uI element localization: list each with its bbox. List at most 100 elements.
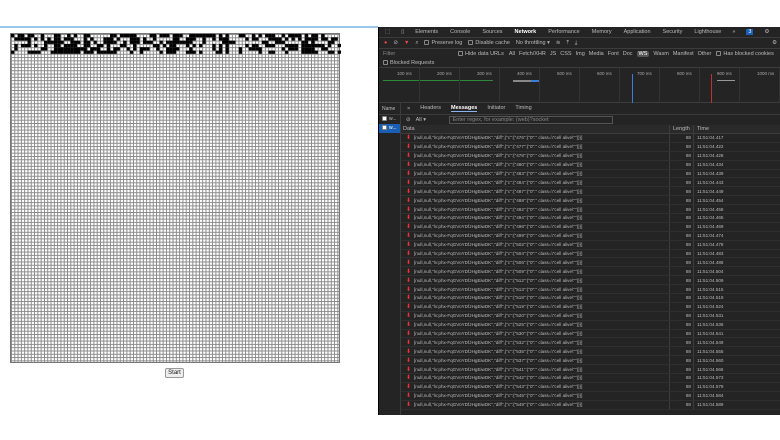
- alive-cell[interactable]: [281, 34, 285, 38]
- alive-cell[interactable]: [90, 47, 94, 51]
- alive-cell[interactable]: [218, 37, 223, 41]
- alive-cell[interactable]: [301, 43, 305, 48]
- alive-cell[interactable]: [251, 47, 256, 51]
- alive-cell[interactable]: [37, 50, 41, 54]
- alive-cell[interactable]: [106, 40, 110, 44]
- alive-cell[interactable]: [251, 37, 256, 41]
- alive-cell[interactable]: [14, 43, 18, 48]
- alive-cell[interactable]: [321, 34, 325, 38]
- message-row[interactable]: ⬇ [null,null,"lv:phx-FqGVoYDfJHgEiwDK","d…: [401, 391, 780, 401]
- alive-cell[interactable]: [129, 50, 134, 54]
- tab-network[interactable]: Network: [515, 29, 537, 35]
- alive-cell[interactable]: [271, 43, 275, 48]
- filter-type-wasm[interactable]: Wasm: [653, 51, 668, 57]
- alive-cell[interactable]: [53, 43, 58, 48]
- alive-cell[interactable]: [205, 34, 209, 38]
- alive-cell[interactable]: [113, 47, 117, 51]
- timeline-overview[interactable]: 100 ms 200 ms 300 ms 400 ms 500 ms 600 ms 700 …: [379, 68, 780, 103]
- alive-cell[interactable]: [20, 37, 25, 41]
- detail-tab-headers[interactable]: Headers: [420, 105, 441, 112]
- alive-cell[interactable]: [67, 37, 71, 41]
- message-row[interactable]: ⬇ [null,null,"lv:phx-FqGVoYDfJHgEiwDK","d…: [401, 329, 780, 339]
- message-row[interactable]: ⬇ [null,null,"lv:phx-FqGVoYDfJHgEiwDK","d…: [401, 214, 780, 223]
- alive-cell[interactable]: [324, 47, 328, 51]
- alive-cell[interactable]: [24, 43, 28, 48]
- alive-cell[interactable]: [308, 50, 312, 54]
- inspect-icon[interactable]: ⬚: [385, 29, 390, 35]
- alive-cell[interactable]: [255, 43, 259, 48]
- alive-cell[interactable]: [34, 50, 38, 54]
- alive-cell[interactable]: [317, 43, 322, 48]
- alive-cell[interactable]: [106, 50, 110, 54]
- detail-tab-timing[interactable]: Timing: [515, 105, 531, 112]
- alive-cell[interactable]: [192, 37, 196, 41]
- alive-cell[interactable]: [70, 43, 74, 48]
- alive-cell[interactable]: [199, 34, 203, 38]
- alive-cell[interactable]: [113, 34, 117, 38]
- alive-cell[interactable]: [156, 47, 160, 51]
- alive-cell[interactable]: [129, 40, 134, 44]
- alive-cell[interactable]: [169, 43, 173, 48]
- tab-memory[interactable]: Memory: [592, 29, 612, 35]
- filter-type-fetchxhr[interactable]: Fetch/XHR: [519, 51, 546, 57]
- message-row[interactable]: ⬇ [null,null,"lv:phx-FqGVoYDfJHgEiwDK","d…: [401, 187, 780, 197]
- alive-cell[interactable]: [225, 43, 229, 48]
- alive-cell[interactable]: [73, 47, 77, 51]
- alive-cell[interactable]: [133, 43, 137, 48]
- alive-cell[interactable]: [189, 37, 193, 41]
- alive-cell[interactable]: [106, 47, 110, 51]
- alive-cell[interactable]: [192, 34, 196, 38]
- alive-cell[interactable]: [77, 40, 81, 44]
- alive-cell[interactable]: [321, 47, 325, 51]
- alive-cell[interactable]: [44, 43, 48, 48]
- alive-cell[interactable]: [100, 50, 104, 54]
- alive-cell[interactable]: [136, 37, 140, 41]
- preserve-log-checkbox[interactable]: Preserve log: [424, 40, 462, 46]
- alive-cell[interactable]: [271, 34, 275, 38]
- alive-cell[interactable]: [218, 43, 223, 48]
- alive-cell[interactable]: [265, 43, 269, 48]
- alive-cell[interactable]: [11, 34, 15, 38]
- filter-type-js[interactable]: JS: [550, 51, 556, 57]
- alive-cell[interactable]: [110, 34, 114, 38]
- alive-cell[interactable]: [212, 47, 216, 51]
- alive-cell[interactable]: [126, 34, 130, 38]
- filter-input[interactable]: Filter: [383, 51, 453, 57]
- alive-cell[interactable]: [304, 47, 308, 51]
- alive-cell[interactable]: [321, 37, 325, 41]
- tab-performance[interactable]: Performance: [548, 29, 580, 35]
- alive-cell[interactable]: [225, 34, 229, 38]
- alive-cell[interactable]: [70, 50, 74, 54]
- export-har-icon[interactable]: ⤓: [575, 40, 577, 47]
- filter-type-font[interactable]: Font: [608, 51, 619, 57]
- alive-cell[interactable]: [27, 40, 31, 44]
- alive-cell[interactable]: [169, 50, 173, 54]
- alive-cell[interactable]: [212, 34, 216, 38]
- alive-cell[interactable]: [337, 50, 341, 54]
- alive-cell[interactable]: [222, 37, 226, 41]
- alive-cell[interactable]: [284, 43, 289, 48]
- alive-cell[interactable]: [225, 50, 229, 54]
- alive-cell[interactable]: [304, 34, 308, 38]
- message-row[interactable]: ⬇ [null,null,"lv:phx-FqGVoYDfJHgEiwDK","d…: [401, 311, 780, 321]
- alive-cell[interactable]: [291, 37, 295, 41]
- alive-cell[interactable]: [331, 37, 335, 41]
- alive-cell[interactable]: [294, 47, 299, 51]
- alive-cell[interactable]: [63, 37, 68, 41]
- throttling-select[interactable]: No throttling ▾: [516, 40, 550, 46]
- alive-cell[interactable]: [189, 47, 193, 51]
- alive-cell[interactable]: [311, 34, 315, 38]
- message-row[interactable]: ⬇ [null,null,"lv:phx-FqGVoYDfJHgEiwDK","d…: [401, 356, 780, 366]
- disable-cache-checkbox[interactable]: Disable cache: [468, 40, 510, 46]
- alive-cell[interactable]: [34, 43, 38, 48]
- alive-cell[interactable]: [27, 50, 31, 54]
- alive-cell[interactable]: [106, 43, 110, 48]
- alive-cell[interactable]: [265, 40, 269, 44]
- alive-cell[interactable]: [126, 47, 130, 51]
- alive-cell[interactable]: [156, 43, 160, 48]
- alive-cell[interactable]: [67, 34, 71, 38]
- message-row[interactable]: ⬇ [null,null,"lv:phx-FqGVoYDfJHgEiwDK","d…: [401, 258, 780, 268]
- alive-cell[interactable]: [27, 34, 31, 38]
- alive-cell[interactable]: [17, 37, 21, 41]
- alive-cell[interactable]: [123, 40, 127, 44]
